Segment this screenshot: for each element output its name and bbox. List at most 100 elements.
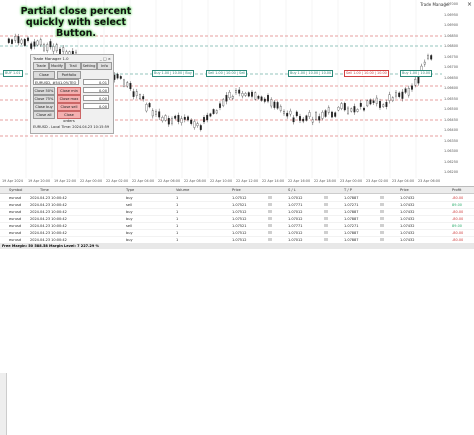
- edit-handle[interactable]: [268, 217, 272, 220]
- portfolio-button[interactable]: Portfolio: [57, 71, 81, 79]
- cell-sl: 1.07771: [288, 223, 303, 228]
- candle-body: [315, 112, 317, 120]
- header-profit[interactable]: Profit: [452, 188, 461, 192]
- candle-body: [30, 43, 33, 49]
- edit-handle[interactable]: [324, 231, 328, 234]
- candle-body: [404, 88, 407, 93]
- edit-handle[interactable]: [268, 203, 272, 206]
- cell-price: 1.07512: [232, 230, 247, 235]
- close-max-button[interactable]: Close max: [57, 95, 81, 103]
- candle-body: [199, 125, 202, 130]
- panel-window-controls[interactable]: _ □ ×: [100, 56, 111, 61]
- candle-body: [119, 76, 122, 79]
- close-button[interactable]: Close: [33, 71, 55, 79]
- tab-info[interactable]: Info: [97, 62, 112, 70]
- price-tick: 1.06450: [444, 117, 459, 122]
- edit-handle[interactable]: [324, 203, 328, 206]
- edit-handle[interactable]: [324, 196, 328, 199]
- candle-body: [196, 123, 199, 126]
- header-current-price[interactable]: Price: [400, 188, 409, 192]
- header-sl[interactable]: S / L: [288, 188, 296, 192]
- lot-field[interactable]: 0.01: [83, 79, 109, 85]
- candle-body: [417, 76, 420, 84]
- price-tag-2[interactable]: Sell 1.00 | 10.00 | Sell: [206, 70, 248, 77]
- candle-body: [334, 112, 337, 117]
- edit-handle[interactable]: [324, 217, 328, 220]
- header-symbol[interactable]: Symbol: [9, 188, 22, 192]
- candle-body: [391, 97, 394, 101]
- cell-profit: -80.00: [452, 230, 464, 235]
- price-tick: 1.06700: [444, 65, 459, 69]
- time-tick: 22 Apr 18:00: [314, 179, 337, 183]
- close-min-button[interactable]: Close min: [57, 87, 81, 95]
- candle-body: [283, 111, 285, 114]
- close-all-button[interactable]: Close all: [33, 111, 55, 119]
- edit-handle[interactable]: [324, 224, 328, 227]
- edit-handle[interactable]: [380, 203, 384, 206]
- candle-body: [430, 55, 433, 60]
- close-sell-button[interactable]: Close sell: [57, 103, 81, 111]
- candle-body: [222, 99, 225, 106]
- edit-handle[interactable]: [380, 196, 384, 199]
- header-volume[interactable]: Volume: [176, 188, 189, 192]
- price-tag-4[interactable]: Sell 1.00 | 10.00 | 10.00: [344, 70, 389, 77]
- candle-body: [311, 119, 314, 123]
- tab-setting[interactable]: Setting: [81, 62, 97, 70]
- cell-time: 2024.04.23 10:00:42: [30, 202, 67, 207]
- symbol-field[interactable]: EURUSD, #541.0%TEO: [33, 79, 79, 85]
- close-buy-button[interactable]: Close buy: [33, 103, 55, 111]
- close-75-button[interactable]: Close 75%: [33, 95, 55, 103]
- edit-handle[interactable]: [324, 210, 328, 213]
- candle-body: [190, 119, 193, 124]
- tab-trade[interactable]: Trade: [33, 62, 49, 70]
- candle-body: [135, 91, 138, 96]
- summary-text: Free Margin: 50 588.58 Margin Level: 7 2…: [2, 244, 100, 248]
- cell-sl: 1.07771: [288, 202, 303, 207]
- edit-handle[interactable]: [268, 210, 272, 213]
- cell-time: 2024.04.23 10:00:42: [30, 216, 67, 221]
- edit-handle[interactable]: [268, 224, 272, 227]
- cell-symbol: eurusd: [9, 209, 22, 214]
- time-tick: 23 Apr 00:00: [340, 179, 363, 183]
- header-type[interactable]: Type: [126, 188, 134, 192]
- edit-handle[interactable]: [268, 238, 272, 241]
- header-price[interactable]: Price: [232, 188, 241, 192]
- close-min-value[interactable]: 0.00: [83, 87, 109, 93]
- candle-body: [180, 118, 183, 123]
- candle-body: [177, 114, 180, 122]
- tab-modify[interactable]: Modify: [49, 62, 65, 70]
- candle-body: [23, 39, 26, 46]
- price-tag-1[interactable]: Buy 1.00 | 10.00 | Buy: [152, 70, 194, 77]
- panel-status: EURUSD - Local Time: 2024.04.23 10:15:59: [33, 125, 110, 129]
- close-sell-value[interactable]: 0.00: [83, 103, 109, 109]
- candle-body: [212, 109, 215, 114]
- cell-type: sell: [126, 202, 132, 207]
- price-tag-3[interactable]: Buy 1.00 | 10.00 | 10.00: [288, 70, 334, 77]
- header-tp[interactable]: T / P: [344, 188, 352, 192]
- chart-area[interactable]: Trade Manager × Partial close percent qu…: [0, 0, 474, 186]
- edit-handle[interactable]: [380, 238, 384, 241]
- edit-handle[interactable]: [324, 238, 328, 241]
- price-tick: 1.06850: [444, 33, 459, 38]
- price-tag-5[interactable]: Buy 1.00 | 10.00: [400, 70, 433, 77]
- cell-price: 1.07512: [232, 195, 247, 200]
- cell-tp: 1.07887: [344, 216, 359, 221]
- candle-body: [331, 111, 333, 118]
- cell-tp: 1.07887: [344, 195, 359, 200]
- close-orders-button[interactable]: Close orders: [57, 111, 81, 123]
- edit-handle[interactable]: [380, 210, 384, 213]
- time-tick: 19 Apr 2024: [2, 179, 23, 183]
- time-tick: 22 Apr 06:00: [158, 179, 181, 183]
- price-tick: 1.06950: [444, 12, 459, 17]
- header-time[interactable]: Time: [40, 188, 49, 192]
- candle-body: [142, 96, 145, 100]
- edit-handle[interactable]: [380, 224, 384, 227]
- edit-handle[interactable]: [268, 196, 272, 199]
- close-50-button[interactable]: Close 50%: [33, 87, 55, 95]
- close-max-value[interactable]: 0.00: [83, 95, 109, 101]
- edit-handle[interactable]: [268, 231, 272, 234]
- edit-handle[interactable]: [380, 231, 384, 234]
- candle-body: [55, 44, 58, 52]
- edit-handle[interactable]: [380, 217, 384, 220]
- tab-trail[interactable]: Trail: [65, 62, 81, 70]
